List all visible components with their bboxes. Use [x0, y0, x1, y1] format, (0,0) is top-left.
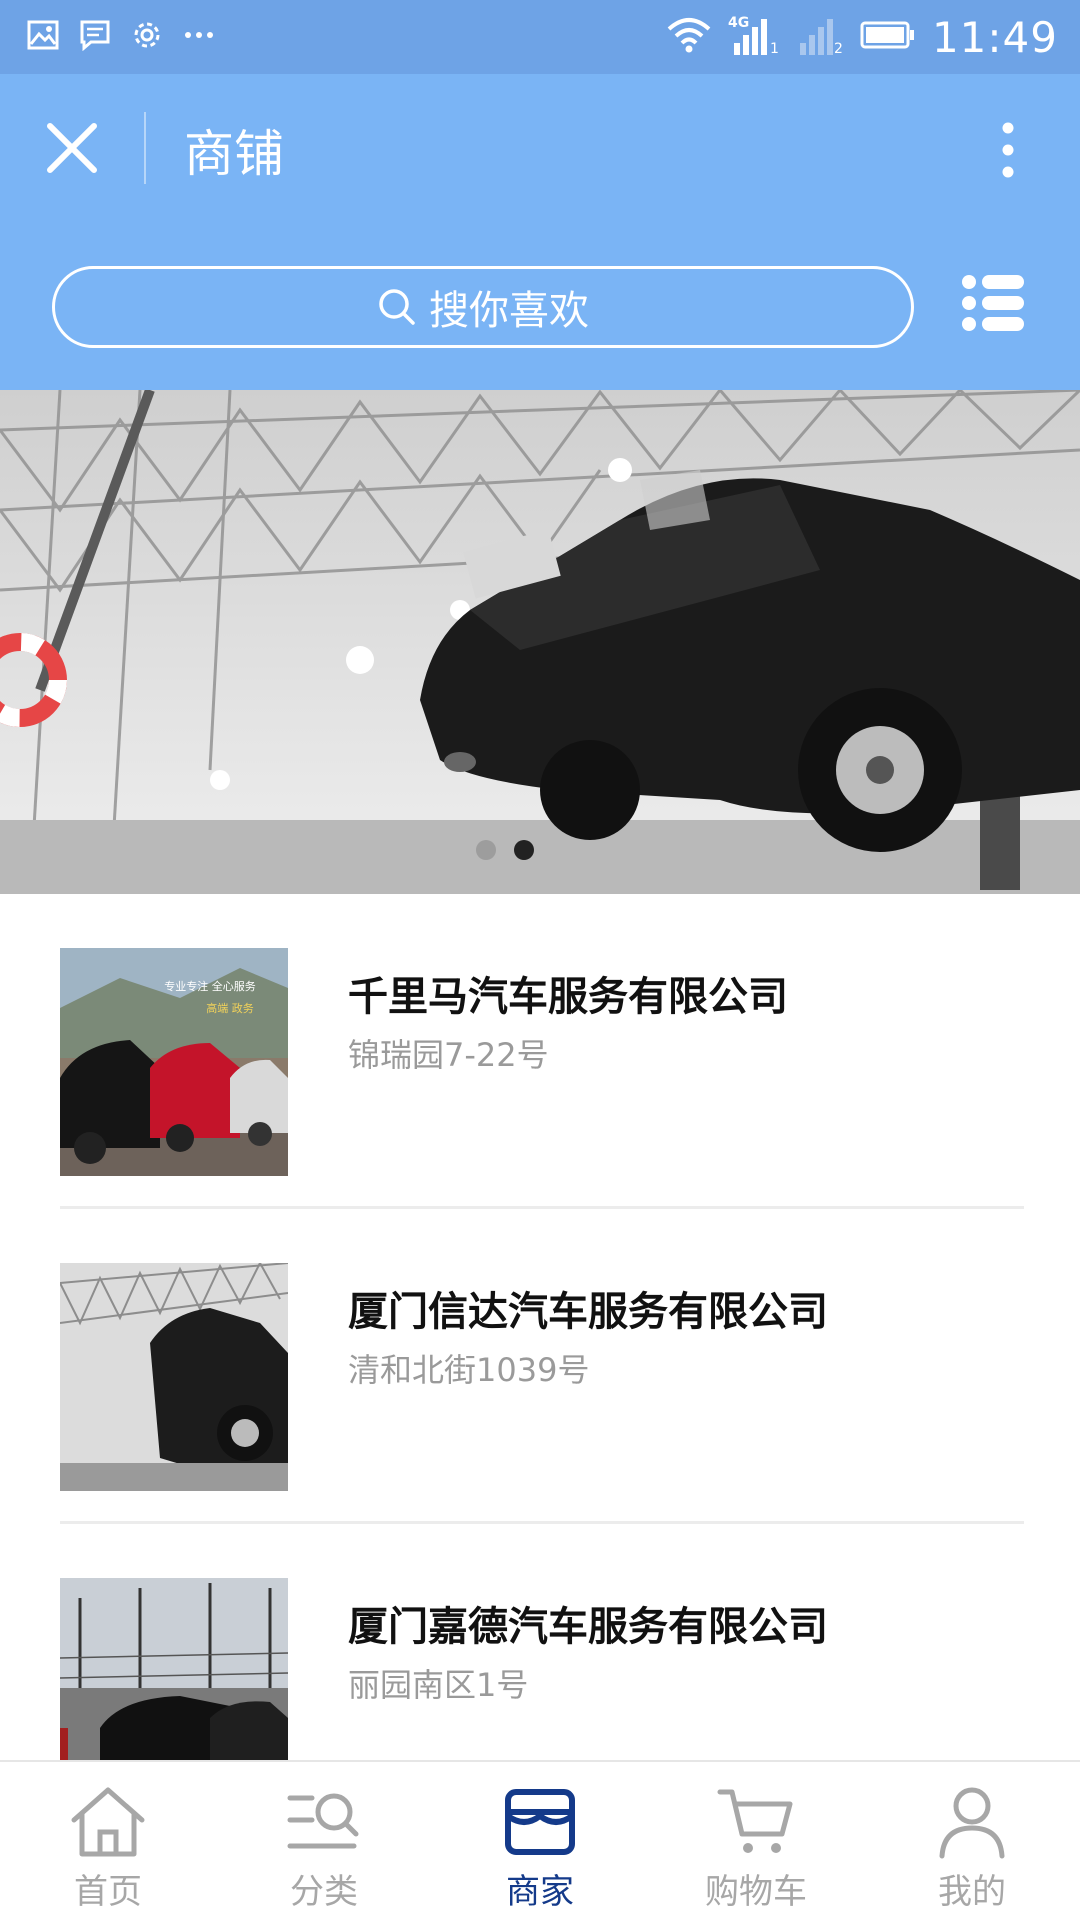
search-icon [379, 289, 415, 325]
tab-label: 商家 [506, 1872, 574, 1912]
store-icon [505, 1789, 575, 1855]
signal-sim1-icon: 4G 1 [728, 15, 779, 59]
header-divider [144, 112, 146, 184]
shop-name: 千里马汽车服务有限公司 [348, 974, 788, 1020]
shop-list: 专业专注 全心服务 高端 政务 千里马汽车服务有限公司 锦瑞园7-22号 厦门信… [0, 894, 1080, 1760]
shop-item[interactable]: 厦门嘉德汽车服务有限公司 丽园南区1号 [60, 1524, 1024, 1760]
wifi-icon [666, 17, 712, 57]
cart-icon [717, 1789, 793, 1853]
clock: 11:49 [931, 12, 1058, 62]
gear-icon [130, 18, 164, 52]
sim2-label: 2 [833, 41, 843, 57]
status-right: 4G 1 2 11:49 [666, 12, 1058, 62]
tab-label: 购物车 [705, 1872, 807, 1912]
more-options-button[interactable] [990, 118, 1026, 182]
tab-profile[interactable]: 我的 [864, 1762, 1080, 1922]
message-icon [78, 18, 112, 52]
tab-home[interactable]: 首页 [0, 1762, 216, 1922]
status-bar: 4G 1 2 11:49 [0, 0, 1080, 74]
list-view-button[interactable] [962, 272, 1024, 334]
category-search-icon [287, 1793, 359, 1849]
shop-name: 厦门嘉德汽车服务有限公司 [348, 1604, 828, 1650]
tab-cart[interactable]: 购物车 [648, 1762, 864, 1922]
shop-address: 锦瑞园7-22号 [348, 1036, 549, 1074]
app-header: 商铺 搜你喜欢 [0, 74, 1080, 390]
image-icon [26, 18, 60, 52]
thumb-slogan: 专业专注 全心服务 [164, 979, 256, 993]
carousel-dot-active[interactable] [514, 840, 534, 860]
search-input[interactable]: 搜你喜欢 [52, 266, 914, 348]
close-button[interactable] [40, 116, 104, 180]
shop-thumbnail [60, 1263, 288, 1491]
page-title: 商铺 [184, 125, 284, 183]
tab-label: 我的 [938, 1872, 1006, 1912]
tab-label: 分类 [290, 1872, 358, 1912]
shop-thumbnail: 专业专注 全心服务 高端 政务 [60, 948, 288, 1176]
tab-label: 首页 [74, 1872, 142, 1912]
shop-thumbnail [60, 1578, 288, 1760]
battery-icon [860, 20, 916, 54]
list-icon [962, 275, 1024, 331]
signal-sim2-icon: 2 [794, 15, 844, 59]
home-icon [71, 1787, 145, 1857]
vertical-dots-icon [1002, 122, 1014, 178]
tab-store[interactable]: 商家 [432, 1762, 648, 1922]
thumb-slogan-2: 高端 政务 [206, 1001, 254, 1015]
shop-name: 厦门信达汽车服务有限公司 [348, 1289, 828, 1335]
banner-image [0, 390, 1080, 894]
carousel-dots [476, 840, 534, 860]
carousel-dot[interactable] [476, 840, 496, 860]
shop-item[interactable]: 厦门信达汽车服务有限公司 清和北街1039号 [60, 1209, 1024, 1524]
close-icon [47, 123, 97, 173]
status-left-icons [26, 18, 216, 52]
search-placeholder: 搜你喜欢 [429, 288, 589, 334]
bottom-tab-bar: 首页 分类 商家 购物车 我的 [0, 1760, 1080, 1920]
more-dots-icon [182, 18, 216, 52]
user-icon [939, 1787, 1005, 1859]
shop-address: 丽园南区1号 [348, 1666, 529, 1704]
tab-category[interactable]: 分类 [216, 1762, 432, 1922]
sim1-label: 1 [769, 41, 779, 57]
shop-address: 清和北街1039号 [348, 1351, 590, 1389]
shop-item[interactable]: 专业专注 全心服务 高端 政务 千里马汽车服务有限公司 锦瑞园7-22号 [60, 894, 1024, 1209]
banner-carousel[interactable] [0, 390, 1080, 894]
